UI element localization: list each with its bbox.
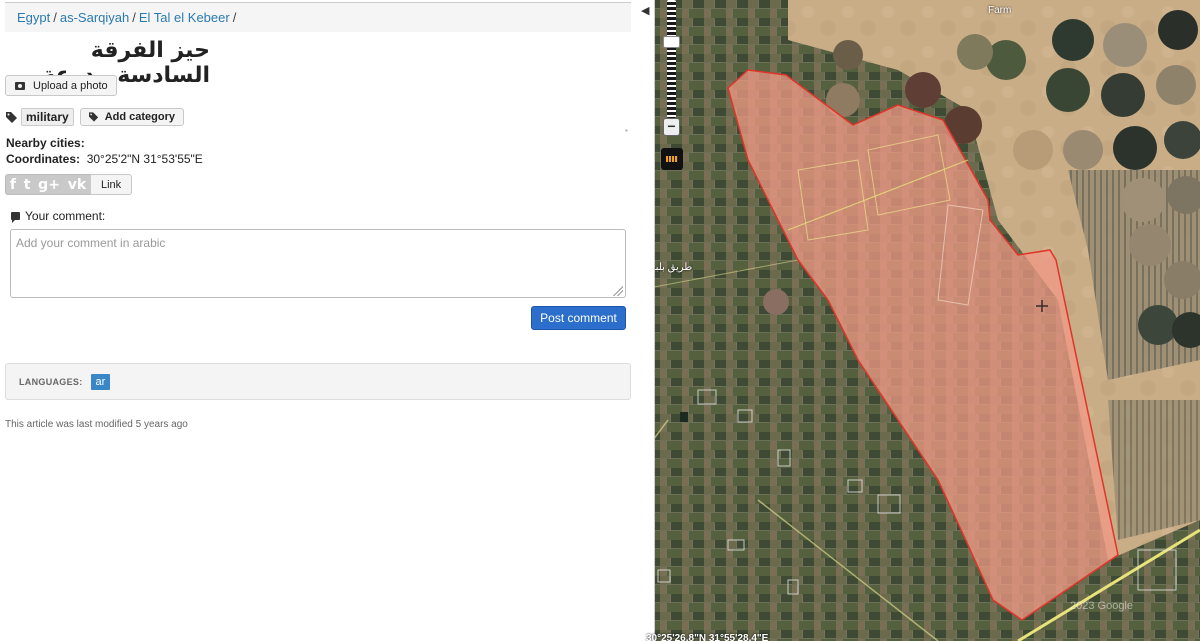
resize-dots: ▪ <box>625 126 628 135</box>
link-button[interactable]: Link <box>90 174 133 195</box>
breadcrumb: Egypt / as-Sarqiyah / El Tal el Kebeer / <box>5 2 631 32</box>
vk-icon[interactable]: vk <box>68 177 86 193</box>
google-plus-icon[interactable]: g+ <box>38 177 60 193</box>
breadcrumb-separator: / <box>53 10 57 25</box>
breadcrumb-el-tal-el-kebeer[interactable]: El Tal el Kebeer <box>139 10 230 25</box>
zoom-slider-handle[interactable] <box>663 36 680 48</box>
share-bar: f t g+ vk Link <box>5 174 133 195</box>
upload-photo-label: Upload a photo <box>33 79 108 92</box>
comment-label-text: Your comment: <box>25 209 106 223</box>
zoom-out-button[interactable]: − <box>663 118 680 136</box>
crosshair-icon <box>1036 300 1048 312</box>
social-share-buttons: f t g+ vk <box>5 174 90 195</box>
upload-photo-button[interactable]: Upload a photo <box>5 75 117 96</box>
languages-bar: LANGUAGES: ar <box>5 363 631 400</box>
add-category-button[interactable]: Add category <box>79 108 184 126</box>
category-tags: military Add category <box>6 107 184 127</box>
comment-icon <box>11 212 20 223</box>
zoom-slider[interactable]: − <box>662 0 680 138</box>
breadcrumb-separator: / <box>132 10 136 25</box>
tag-icon <box>88 112 98 122</box>
facebook-icon[interactable]: f <box>10 177 16 193</box>
twitter-icon[interactable]: t <box>24 177 31 193</box>
add-category-label: Add category <box>104 111 175 123</box>
last-modified-text: This article was last modified 5 years a… <box>5 419 188 430</box>
category-tag-military[interactable]: military <box>21 108 74 126</box>
language-badge-ar[interactable]: ar <box>90 373 111 390</box>
cursor-coordinates: 30°25'26.8"N 31°55'28.4"E <box>646 633 769 641</box>
comment-textarea[interactable] <box>10 229 626 298</box>
coordinates-value: 30°25'2"N 31°53'55"E <box>86 152 203 166</box>
tags-icon <box>6 111 17 123</box>
map-layer-button[interactable] <box>661 148 683 170</box>
breadcrumb-separator: / <box>232 10 237 25</box>
post-comment-button[interactable]: Post comment <box>531 306 626 330</box>
farm-label: Farm <box>988 5 1012 16</box>
breadcrumb-as-sarqiyah[interactable]: as-Sarqiyah <box>60 10 129 25</box>
breadcrumb-egypt[interactable]: Egypt <box>17 10 50 25</box>
panel-collapse-strip[interactable]: ◀ <box>638 0 655 641</box>
satellite-imagery <box>638 0 1200 641</box>
camera-icon <box>15 81 25 90</box>
satellite-map[interactable]: Farm طريق بلبيس ◀ − 2023 Google 30°25'26… <box>638 0 1200 641</box>
collapse-arrow-icon[interactable]: ◀ <box>641 4 649 17</box>
place-details: Nearby cities: Coordinates: 30°25'2"N 31… <box>6 135 203 167</box>
languages-label: LANGUAGES: <box>19 376 83 387</box>
zoom-track[interactable] <box>667 0 676 118</box>
textarea-resize-handle[interactable] <box>613 286 623 296</box>
nearby-cities-label: Nearby cities: <box>6 136 85 150</box>
comment-label: Your comment: <box>11 209 105 223</box>
map-copyright: 2023 Google <box>1070 600 1133 612</box>
place-info-panel: Egypt / as-Sarqiyah / El Tal el Kebeer / حيز … <box>0 0 638 641</box>
coordinates-label: Coordinates: <box>6 152 81 166</box>
